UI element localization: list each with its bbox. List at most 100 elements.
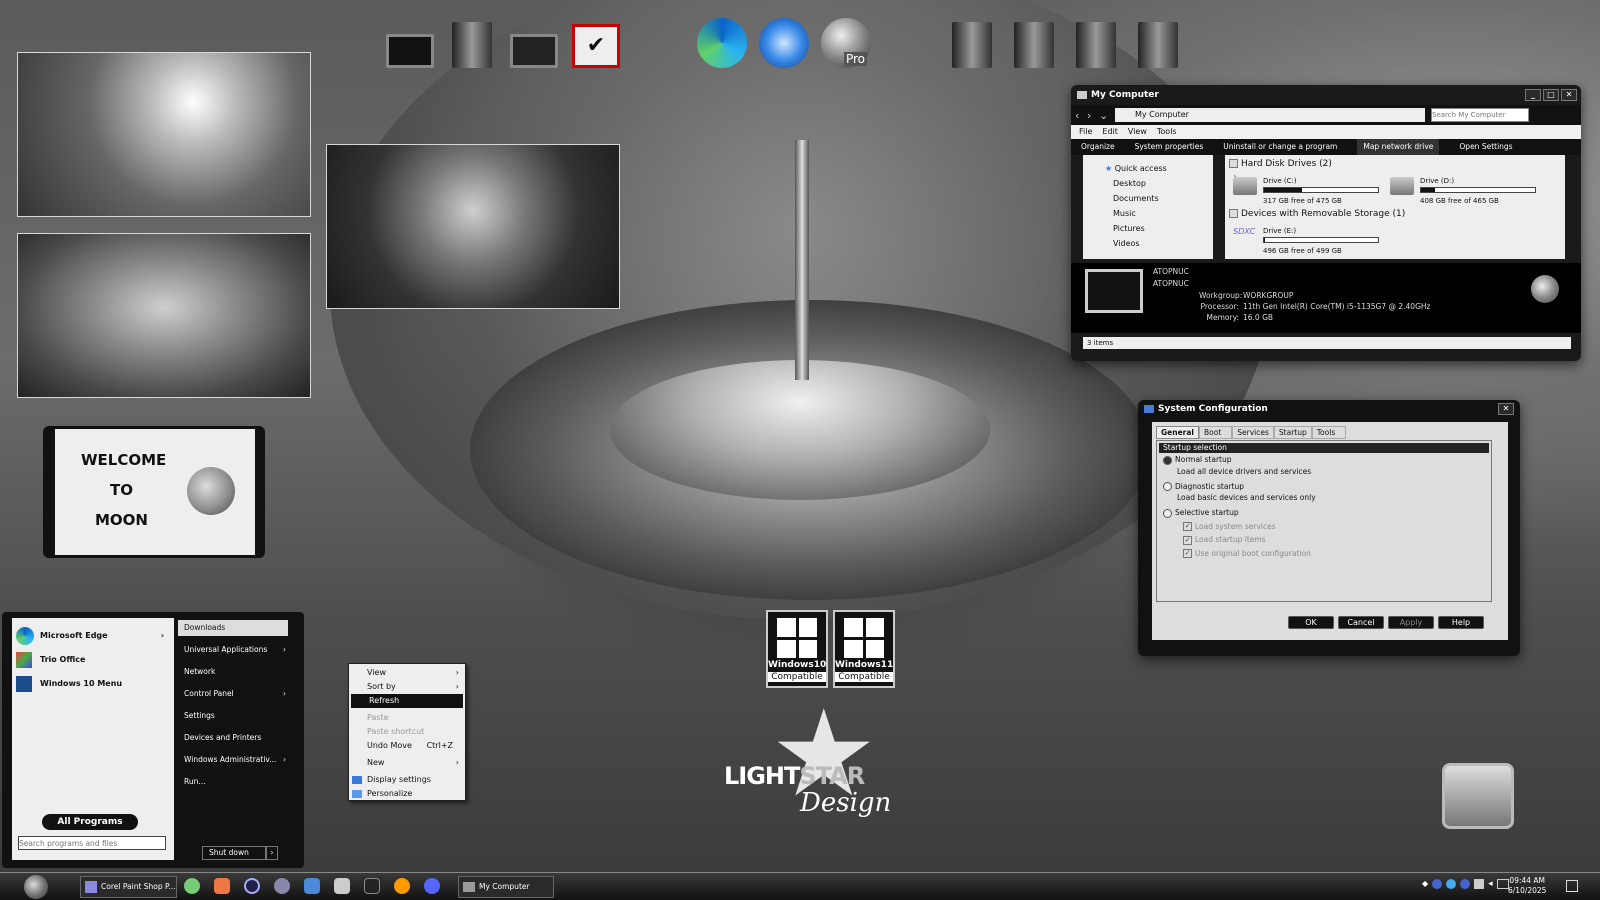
sidebar-item-desktop[interactable]: Desktop [1083, 176, 1213, 191]
tab-general[interactable]: General [1156, 426, 1199, 439]
system-properties-button[interactable]: System properties [1135, 139, 1204, 155]
folder-icon[interactable] [944, 12, 1000, 68]
drive-item[interactable]: Drive (C:) 317 GB free of 475 GB } [1233, 175, 1383, 205]
taskbar-app-my-computer[interactable]: My Computer [458, 876, 554, 898]
menu-item-personalize[interactable]: Personalize [349, 787, 465, 801]
tray-app-icon[interactable] [1460, 879, 1471, 889]
box-app-icon[interactable] [304, 878, 320, 894]
tab-startup[interactable]: Startup [1273, 426, 1312, 439]
normal-startup-radio[interactable]: Normal startup [1163, 455, 1485, 465]
sidebar-item-documents[interactable]: Documents [1083, 191, 1213, 206]
menu-view[interactable]: View [1128, 125, 1147, 139]
sidebar-item-pictures[interactable]: Pictures [1083, 221, 1213, 236]
folder-icon[interactable] [1068, 12, 1124, 68]
open-settings-button[interactable]: Open Settings [1459, 139, 1512, 155]
shutdown-button[interactable]: Shut down › [202, 846, 278, 860]
start-item-control-panel[interactable]: Control Panel › [178, 686, 288, 702]
start-item-universal-apps[interactable]: Universal Applications › [178, 642, 288, 658]
close-button[interactable]: ✕ [1561, 89, 1577, 101]
network-icon[interactable] [506, 12, 562, 68]
circle-app-icon[interactable] [244, 878, 260, 894]
cancel-button[interactable]: Cancel [1338, 616, 1384, 629]
shield-icon[interactable] [364, 878, 380, 894]
edge-icon[interactable] [694, 12, 750, 68]
menu-item-paste-shortcut[interactable]: Paste shortcut [349, 725, 465, 739]
start-search-input[interactable] [18, 836, 166, 850]
menu-item-new[interactable]: New [349, 756, 465, 770]
all-programs-button[interactable]: All Programs [42, 814, 138, 830]
start-item-downloads[interactable]: Downloads [178, 620, 288, 636]
recycle-bin-icon[interactable] [1442, 763, 1514, 829]
menu-item-sort-by[interactable]: Sort by [349, 680, 465, 694]
tab-tools[interactable]: Tools [1311, 426, 1347, 439]
wallpaper-thumbnail[interactable] [17, 233, 311, 398]
sidebar-item-quick-access[interactable]: ★ Quick access [1083, 161, 1213, 176]
notification-icon[interactable] [1566, 880, 1578, 892]
tray-app-icon[interactable] [1432, 879, 1443, 889]
menu-item-undo-move[interactable]: Undo Move Ctrl+Z [349, 739, 465, 753]
maximize-button[interactable]: □ [1543, 89, 1559, 101]
original-boot-checkbox[interactable]: ✓ Use original boot configuration [1183, 549, 1491, 558]
browser-icon[interactable] [424, 878, 440, 894]
media-app-icon[interactable] [334, 878, 350, 894]
close-button[interactable]: ✕ [1498, 403, 1514, 415]
sidebar-item-videos[interactable]: Videos [1083, 236, 1213, 251]
title-bar[interactable]: System Configuration ✕ [1138, 400, 1520, 418]
chevron-up-icon[interactable]: ◆ [1422, 879, 1428, 889]
uninstall-button[interactable]: Uninstall or change a program [1223, 139, 1337, 155]
clock[interactable]: 09:44 AM 6/10/2025 [1508, 876, 1546, 896]
apply-button[interactable]: Apply [1388, 616, 1434, 629]
ok-button[interactable]: OK [1288, 616, 1334, 629]
monitor-icon[interactable] [382, 12, 438, 68]
checklist-icon[interactable]: ✔ [568, 12, 624, 68]
volume-icon[interactable]: ◂ [1488, 879, 1493, 889]
map-drive-button[interactable]: Map network drive [1357, 139, 1440, 155]
menu-file[interactable]: File [1079, 125, 1092, 139]
diagnostic-startup-radio[interactable]: Diagnostic startup [1163, 482, 1485, 491]
start-item-admin-tools[interactable]: Windows Administrativ... › [178, 752, 288, 768]
folder-icon[interactable] [444, 12, 500, 68]
earth-pro-icon[interactable]: Pro [818, 12, 874, 68]
start-item-network[interactable]: Network [178, 664, 288, 680]
tray-app-icon[interactable] [1446, 879, 1457, 889]
thunderbird-icon[interactable] [756, 12, 812, 68]
organize-button[interactable]: Organize [1081, 139, 1115, 155]
network-icon[interactable] [1474, 879, 1485, 889]
load-system-services-checkbox[interactable]: ✓ Load system services [1183, 522, 1491, 531]
keyboard-icon[interactable] [1496, 879, 1509, 889]
help-button[interactable]: Help [1438, 616, 1484, 629]
tab-boot[interactable]: Boot [1199, 426, 1233, 439]
start-item-win10-menu[interactable]: Windows 10 Menu [16, 674, 166, 694]
title-bar[interactable]: My Computer _ □ ✕ [1071, 85, 1581, 105]
menu-edit[interactable]: Edit [1102, 125, 1118, 139]
menu-tools[interactable]: Tools [1157, 125, 1177, 139]
firefox-icon[interactable] [394, 878, 410, 894]
start-item-settings[interactable]: Settings [178, 708, 288, 724]
windows-update-icon[interactable] [214, 878, 230, 894]
taskbar-app-paintshop[interactable]: Corel Paint Shop P... [80, 876, 177, 898]
selective-startup-radio[interactable]: Selective startup [1163, 508, 1485, 518]
minimize-button[interactable]: _ [1525, 89, 1541, 101]
start-item-edge[interactable]: Microsoft Edge › [16, 626, 166, 646]
clover-icon[interactable] [184, 878, 200, 894]
load-startup-items-checkbox[interactable]: ✓ Load startup items [1183, 535, 1491, 545]
folder-icon[interactable] [1006, 12, 1062, 68]
menu-item-display-settings[interactable]: Display settings [349, 773, 465, 787]
folder-icon[interactable] [1130, 12, 1186, 68]
forward-icon[interactable]: › [1087, 109, 1099, 122]
tab-services[interactable]: Services [1232, 426, 1274, 439]
start-item-devices[interactable]: Devices and Printers [178, 730, 288, 746]
start-button[interactable] [24, 875, 48, 899]
cursor-app-icon[interactable] [274, 878, 290, 894]
wallpaper-thumbnail[interactable] [17, 52, 311, 217]
down-icon[interactable]: ⌄ [1099, 109, 1111, 122]
sidebar-item-music[interactable]: Music [1083, 206, 1213, 221]
menu-item-refresh[interactable]: Refresh [351, 694, 463, 708]
back-icon[interactable]: ‹ [1075, 109, 1087, 122]
address-bar[interactable]: My Computer [1115, 108, 1425, 122]
menu-item-view[interactable]: View [349, 666, 465, 680]
menu-item-paste[interactable]: Paste [349, 711, 465, 725]
search-input[interactable] [1431, 108, 1529, 122]
wallpaper-thumbnail[interactable] [326, 144, 620, 309]
start-item-trio-office[interactable]: Trio Office [16, 650, 166, 670]
